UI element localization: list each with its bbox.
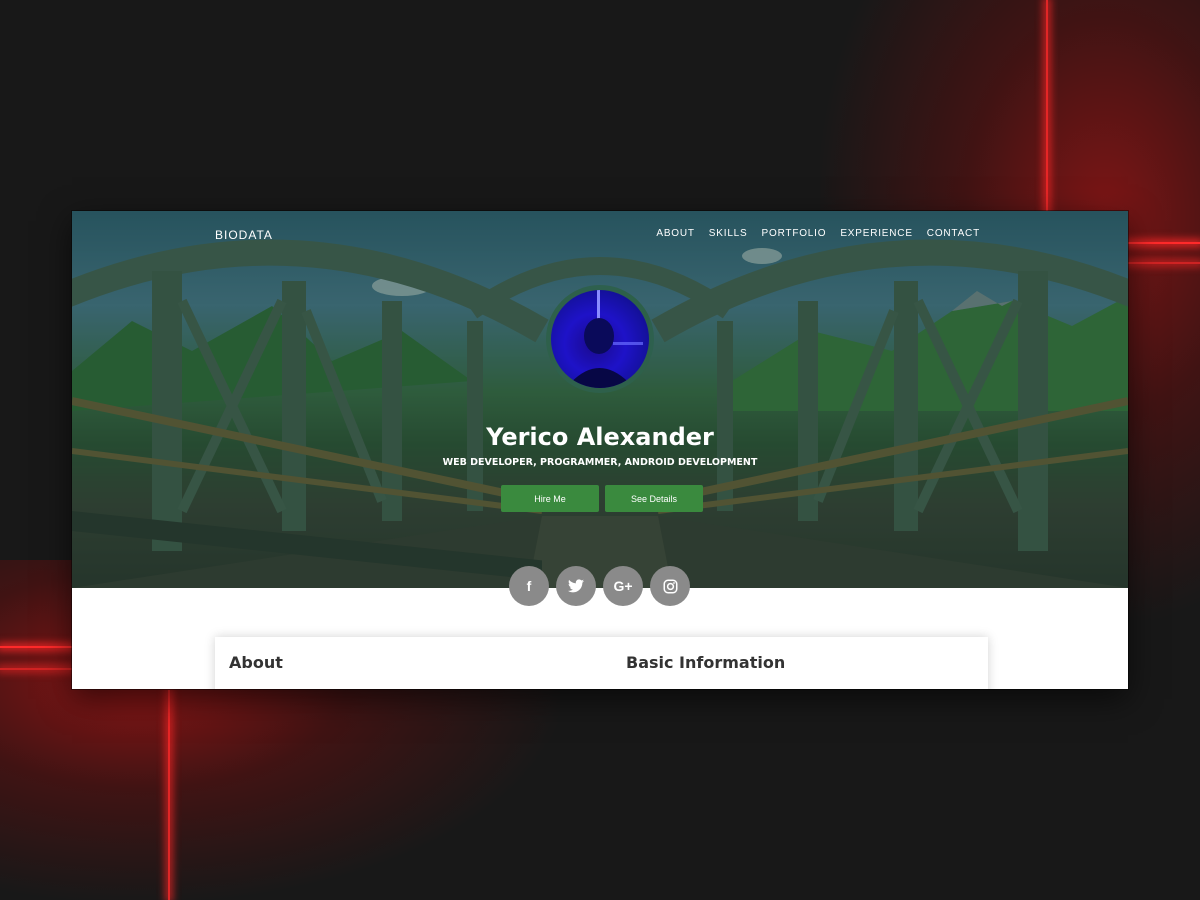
info-card: About Basic Information [215,637,988,689]
main-nav: ABOUT SKILLS PORTFOLIO EXPERIENCE CONTAC… [656,228,980,239]
about-heading: About [229,653,283,672]
hero-section: BIODATA ABOUT SKILLS PORTFOLIO EXPERIENC… [72,211,1128,588]
profile-avatar [546,285,654,393]
profile-tagline: WEB DEVELOPER, PROGRAMMER, ANDROID DEVEL… [442,457,758,468]
light-streak [1128,242,1200,244]
light-streak [1046,0,1048,230]
nav-link-contact[interactable]: CONTACT [927,228,980,239]
profile-name: Yerico Alexander [486,423,714,451]
light-streak [1128,262,1200,264]
light-streak [168,690,170,900]
site-brand[interactable]: BIODATA [215,228,273,242]
hero-overlay [72,211,1128,588]
see-details-button[interactable]: See Details [605,485,703,512]
nav-link-portfolio[interactable]: PORTFOLIO [762,228,827,239]
twitter-icon[interactable] [556,566,596,606]
light-streak [0,668,72,670]
light-streak [0,646,72,648]
social-links: f G+ [509,566,690,606]
nav-link-experience[interactable]: EXPERIENCE [840,228,912,239]
basic-information-heading: Basic Information [626,653,786,672]
website-preview: BIODATA ABOUT SKILLS PORTFOLIO EXPERIENC… [72,211,1128,689]
hire-me-button[interactable]: Hire Me [501,485,599,512]
instagram-icon[interactable] [650,566,690,606]
facebook-icon[interactable]: f [509,566,549,606]
google-plus-icon[interactable]: G+ [603,566,643,606]
nav-link-skills[interactable]: SKILLS [709,228,748,239]
nav-link-about[interactable]: ABOUT [656,228,694,239]
